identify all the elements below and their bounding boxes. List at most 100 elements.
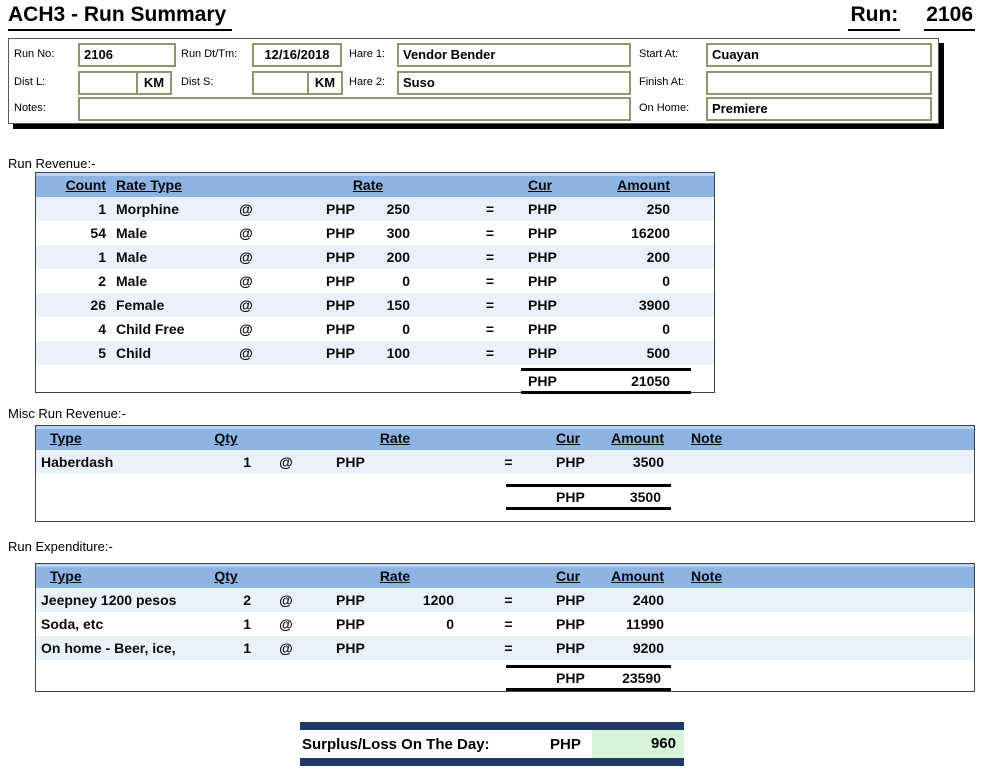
cell-amount: 3500 [632,454,664,470]
cell-cur: PHP [556,454,585,470]
total-cur: PHP [528,373,557,389]
dist-s-label: Dist S: [181,76,214,88]
header-type: Type [50,430,82,446]
run-no-input[interactable]: 2106 [78,43,176,67]
cell-note [691,588,974,612]
cell-rate-cur: PHP [326,345,355,361]
surplus-label: Surplus/Loss On The Day: [302,735,490,753]
expenditure-table: Type Qty Rate Cur Amount Note Jeepney 12… [35,563,975,692]
cell-cur: PHP [528,273,557,289]
start-at-input[interactable]: Cuayan [706,43,932,67]
total-amount: 23590 [622,670,661,686]
cell-note [691,612,974,636]
header-at-spacer [231,173,261,197]
run-header-form: Run No: 2106 Run Dt/Tm: 12/16/2018 Hare … [8,38,939,124]
start-at-label: Start At: [639,48,679,60]
notes-input[interactable] [78,97,631,121]
cell-rate [384,636,454,660]
total-cur: PHP [556,670,585,686]
run-revenue-total-box: PHP 21050 [521,368,691,394]
run-summary-report: ACH3 - Run Summary Run: 2106 Run No: 210… [0,0,985,781]
cell-equals: = [504,616,513,632]
cell-rate: 0 [446,616,454,632]
hare2-input[interactable]: Suso [397,71,631,95]
header-rate-type: Rate Type [116,177,182,193]
table-row: 4 Child Free @ PHP 0 = PHP 0 [36,317,714,341]
surplus-top-bar [300,722,684,730]
cell-rate: 0 [402,273,410,289]
cell-rate: 100 [386,345,410,361]
cell-at: @ [279,592,293,608]
cell-at: @ [279,454,293,470]
cell-rate: 300 [386,225,410,241]
table-row: Soda, etc 1 @ PHP 0 = PHP 11990 [36,612,974,636]
cell-rate: 200 [386,249,410,265]
cell-type: Soda, etc [41,616,104,632]
header-note: Note [691,430,723,446]
cell-rate: 250 [386,201,410,217]
cell-amount: 0 [662,273,670,289]
cell-cur: PHP [556,616,585,632]
run-revenue-section-label: Run Revenue:- [8,156,96,171]
cell-cur: PHP [528,321,557,337]
header-cur: Cur [528,177,553,193]
cell-amount: 16200 [631,225,670,241]
cell-rate-type: Female [116,297,165,313]
cell-type: Jeepney 1200 pesos [41,592,177,608]
cell-cur: PHP [528,249,557,265]
cell-equals: = [485,249,495,265]
run-revenue-total-row: PHP 21050 [36,368,714,394]
header-qty: Qty [214,568,238,584]
table-row: Jeepney 1200 pesos 2 @ PHP 1200 = PHP 24… [36,588,974,612]
hare1-label: Hare 1: [349,48,386,60]
total-amount: 3500 [629,489,661,505]
cell-rate-cur: PHP [326,201,355,217]
cell-count: 5 [98,345,106,361]
cell-cur: PHP [528,297,557,313]
cell-rate: 1200 [422,592,454,608]
cell-at: @ [239,249,253,265]
hare2-label: Hare 2: [349,76,386,88]
finish-at-input[interactable] [706,71,932,95]
cell-rate: 150 [386,297,410,313]
cell-at: @ [239,321,253,337]
cell-qty: 2 [243,592,251,608]
dist-s-input[interactable] [252,71,309,95]
dist-l-input[interactable] [78,71,138,95]
cell-rate-cur: PHP [336,640,365,656]
surplus-cur: PHP [550,735,581,753]
total-cur: PHP [556,489,585,505]
header-note: Note [691,568,723,584]
cell-qty: 1 [243,640,251,656]
misc-revenue-section-label: Misc Run Revenue:- [8,406,126,421]
header-rate: Rate [379,568,411,584]
header-type: Type [50,568,82,584]
cell-rate-type: Male [116,225,148,241]
run-dttm-input[interactable]: 12/16/2018 [252,43,342,67]
cell-at: @ [239,297,253,313]
cell-rate-cur: PHP [326,297,355,313]
cell-amount: 250 [646,201,670,217]
cell-count: 4 [98,321,106,337]
cell-count: 2 [98,273,106,289]
table-row: 54 Male @ PHP 300 = PHP 16200 [36,221,714,245]
cell-at: @ [239,201,253,217]
cell-rate-type: Morphine [116,201,179,217]
cell-rate-cur: PHP [336,592,365,608]
cell-rate-cur: PHP [326,321,355,337]
table-row: 5 Child @ PHP 100 = PHP 500 [36,341,714,365]
cell-amount: 9200 [632,640,664,656]
cell-rate-cur: PHP [326,249,355,265]
cell-rate-cur: PHP [326,273,355,289]
on-home-input[interactable]: Premiere [706,97,932,121]
cell-equals: = [504,592,513,608]
cell-equals: = [504,454,513,470]
cell-type: Haberdash [41,454,114,470]
run-label: Run: [848,3,901,31]
hare1-input[interactable]: Vendor Bender [397,43,631,67]
run-dttm-label: Run Dt/Tm: [181,48,238,60]
cell-cur: PHP [528,201,557,217]
run-no-label: Run No: [14,48,55,60]
cell-cur: PHP [528,225,557,241]
cell-at: @ [239,225,253,241]
